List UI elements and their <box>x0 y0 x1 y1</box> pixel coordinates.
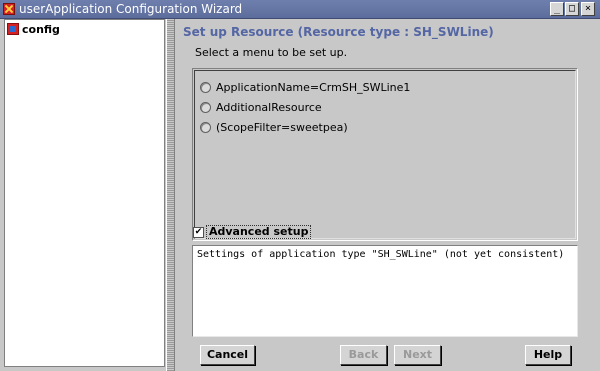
next-button[interactable]: Next <box>394 345 441 365</box>
page-title: Set up Resource (Resource type : SH_SWLi… <box>183 25 494 39</box>
cancel-button[interactable]: Cancel <box>200 345 255 365</box>
app-icon <box>3 3 15 15</box>
tree-item-label: config <box>22 22 60 36</box>
config-icon <box>7 23 19 35</box>
settings-message: Settings of application type "SH_SWLine"… <box>197 249 565 260</box>
option-application-name[interactable]: ApplicationName=CrmSH_SWLine1 <box>200 80 410 94</box>
close-button[interactable]: × <box>581 2 595 16</box>
back-button[interactable]: Back <box>340 345 387 365</box>
tree-panel[interactable]: config <box>4 19 165 367</box>
menu-options-panel: ApplicationName=CrmSH_SWLine1 Additional… <box>192 68 578 241</box>
window-title: userApplication Configuration Wizard <box>19 2 243 16</box>
option-scope-filter[interactable]: (ScopeFilter=sweetpea) <box>200 120 348 134</box>
radio-button[interactable] <box>200 121 211 133</box>
checkbox-icon[interactable]: ✔ <box>193 226 204 238</box>
title-bar[interactable]: userApplication Configuration Wizard _ □… <box>0 0 600 19</box>
option-label: ApplicationName=CrmSH_SWLine1 <box>216 80 411 94</box>
advanced-setup-checkbox[interactable]: ✔ Advanced setup <box>193 224 312 240</box>
menu-options-border: ApplicationName=CrmSH_SWLine1 Additional… <box>194 70 576 239</box>
advanced-setup-label: Advanced setup <box>206 225 312 239</box>
tree-item-config[interactable]: config <box>7 22 60 36</box>
settings-message-area[interactable]: Settings of application type "SH_SWLine"… <box>192 245 578 337</box>
option-additional-resource[interactable]: AdditionalResource <box>200 100 322 114</box>
pane-splitter[interactable] <box>166 19 175 371</box>
option-label: AdditionalResource <box>216 100 322 114</box>
radio-button[interactable] <box>200 101 211 113</box>
minimize-button[interactable]: _ <box>550 2 564 16</box>
radio-button[interactable] <box>200 81 211 93</box>
content-pane: Set up Resource (Resource type : SH_SWLi… <box>176 19 600 371</box>
instruction-text: Select a menu to be set up. <box>195 46 348 59</box>
help-button[interactable]: Help <box>525 345 571 365</box>
option-label: (ScopeFilter=sweetpea) <box>216 120 348 134</box>
maximize-button[interactable]: □ <box>565 2 579 16</box>
